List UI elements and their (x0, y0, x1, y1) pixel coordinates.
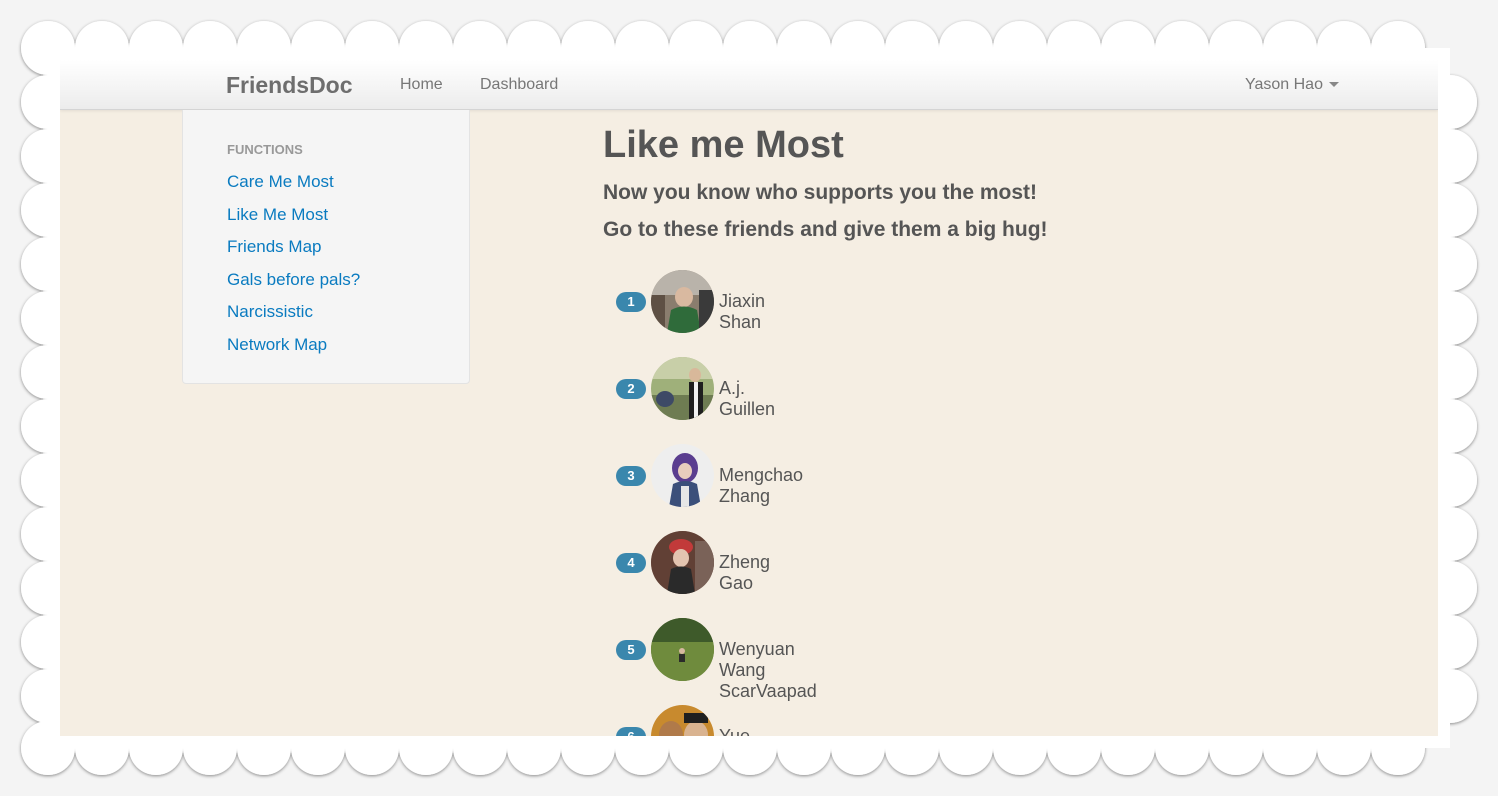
rank-badge: 2 (616, 379, 646, 399)
avatar[interactable] (651, 270, 714, 333)
user-name: Yason Hao (1245, 76, 1323, 93)
friend-name: Mengchao Zhang (719, 465, 804, 506)
sidebar-item-network-map[interactable]: Network Map (227, 335, 327, 354)
user-menu-dropdown[interactable]: Yason Hao (1245, 76, 1339, 94)
avatar[interactable] (651, 618, 714, 681)
page-subtitle-2: Go to these friends and give them a big … (603, 218, 1048, 241)
page-subtitle: Now you know who supports you the most! (603, 181, 1037, 204)
sidebar: FUNCTIONS Care Me Most Like Me Most Frie… (182, 110, 470, 384)
sidebar-item-friends-map[interactable]: Friends Map (227, 237, 321, 256)
main-content: Like me Most Now you know who supports y… (603, 122, 1303, 736)
avatar[interactable] (651, 531, 714, 594)
friend-name: Zheng Gao (719, 552, 771, 593)
sidebar-header: FUNCTIONS (227, 142, 303, 157)
nav-dashboard-link[interactable]: Dashboard (480, 76, 558, 94)
friend-name: Wenyuan Wang ScarVaapad (719, 639, 817, 701)
friend-name: Jiaxin Shan (719, 291, 766, 332)
avatar[interactable] (651, 705, 714, 736)
browser-content: FriendsDoc Home Dashboard Yason Hao FUNC… (60, 60, 1438, 736)
rank-badge: 3 (616, 466, 646, 486)
sidebar-item-gals-before-pals[interactable]: Gals before pals? (227, 270, 360, 289)
sidebar-item-narcissistic[interactable]: Narcissistic (227, 302, 313, 321)
navbar: FriendsDoc Home Dashboard Yason Hao (60, 60, 1438, 110)
rank-badge: 4 (616, 553, 646, 573)
friend-name: Yue Zhao (719, 726, 751, 736)
page-title: Like me Most (603, 124, 844, 166)
nav-home-link[interactable]: Home (400, 76, 443, 94)
sidebar-nav: Care Me Most Like Me Most Friends Map Ga… (227, 171, 360, 366)
sidebar-item-care-me-most[interactable]: Care Me Most (227, 172, 334, 191)
avatar[interactable] (651, 357, 714, 420)
rank-badge: 5 (616, 640, 646, 660)
scalloped-frame: FriendsDoc Home Dashboard Yason Hao FUNC… (0, 0, 1498, 796)
rank-badge: 6 (616, 727, 646, 736)
brand-link[interactable]: FriendsDoc (226, 72, 353, 99)
sidebar-item-like-me-most[interactable]: Like Me Most (227, 205, 328, 224)
friend-name: A.j. Guillen (719, 378, 776, 419)
avatar[interactable] (651, 444, 714, 507)
rank-badge: 1 (616, 292, 646, 312)
caret-down-icon (1328, 82, 1339, 88)
